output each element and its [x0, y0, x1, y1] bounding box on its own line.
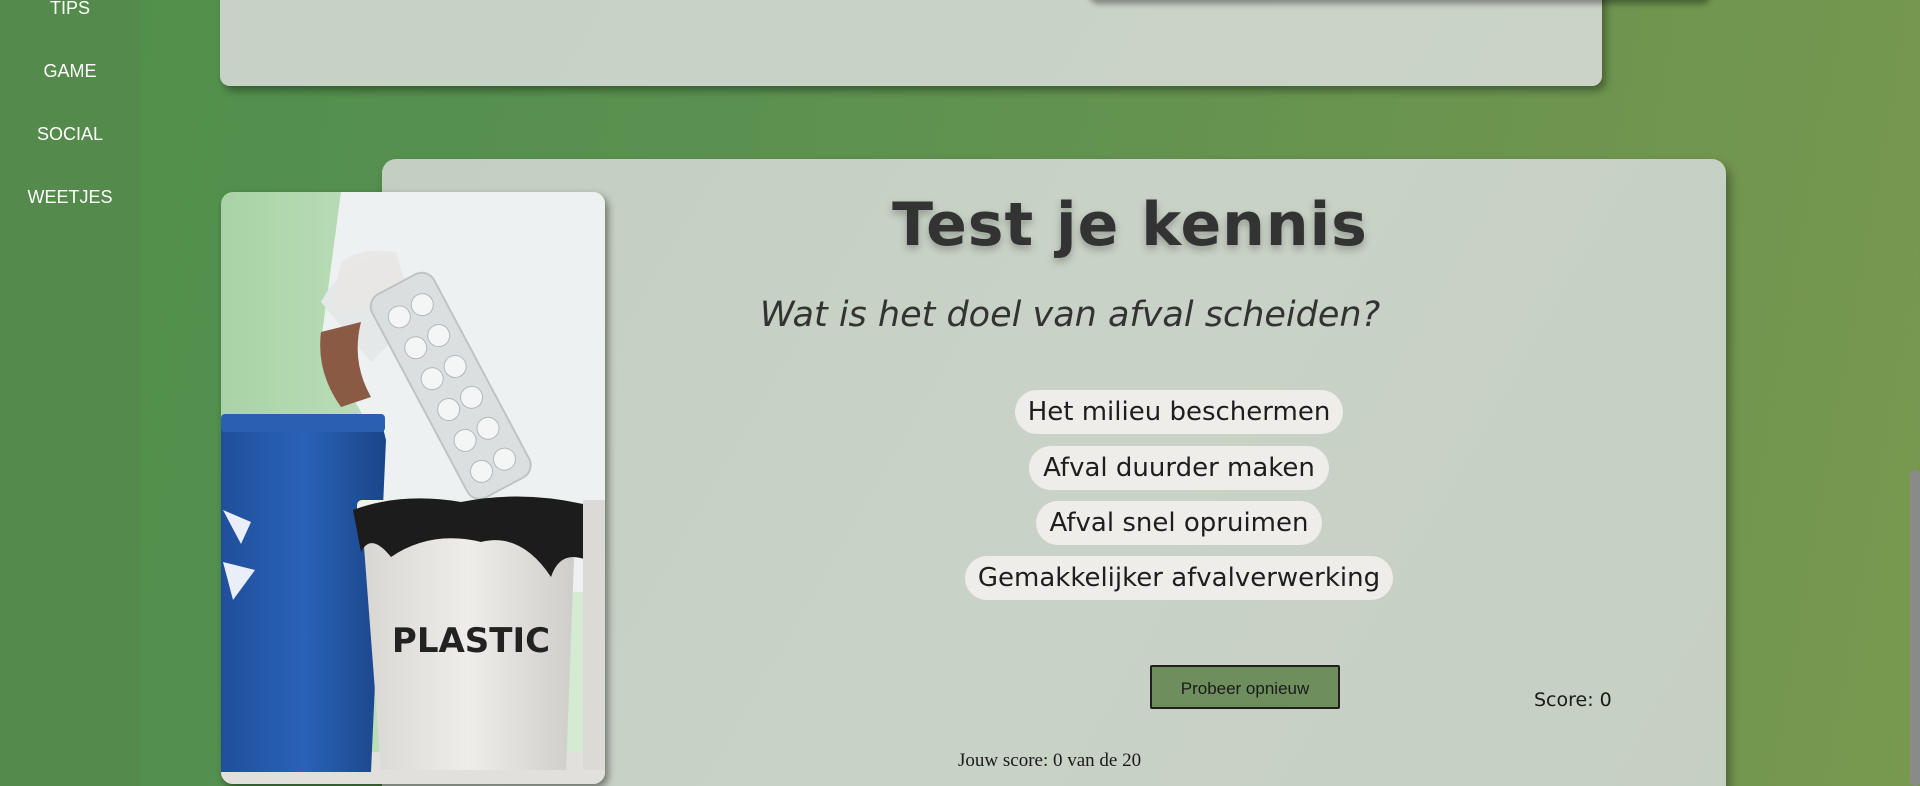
sidebar-nav: TIPS GAME SOCIAL WEETJES — [0, 0, 140, 786]
plastic-bin-label: PLASTIC — [392, 621, 550, 661]
page-scrollbar[interactable] — [1908, 0, 1920, 786]
retry-button[interactable]: Probeer opnieuw — [1150, 665, 1340, 709]
nav-item-tips[interactable]: TIPS — [0, 0, 140, 19]
recycling-photo: PLASTIC — [221, 192, 605, 784]
answer-option-3[interactable]: Afval snel opruimen — [1036, 501, 1322, 545]
answer-option-1[interactable]: Het milieu beschermen — [1015, 390, 1343, 434]
answer-option-4[interactable]: Gemakkelijker afvalverwerking — [965, 556, 1393, 600]
nav-item-social[interactable]: SOCIAL — [0, 124, 140, 145]
nav-item-weetjes[interactable]: WEETJES — [0, 187, 140, 208]
final-score-text: Jouw score: 0 van de 20 — [958, 750, 1142, 771]
scrollbar-thumb[interactable] — [1910, 470, 1920, 786]
quiz-title: Test je kennis — [892, 190, 1368, 260]
previous-section-card — [220, 0, 1602, 86]
quiz-question: Wat is het doel van afval scheiden? — [759, 295, 1381, 335]
score-display: Score: 0 — [1534, 689, 1612, 711]
nav-item-game[interactable]: GAME — [0, 61, 140, 82]
answer-option-2[interactable]: Afval duurder maken — [1029, 446, 1329, 490]
